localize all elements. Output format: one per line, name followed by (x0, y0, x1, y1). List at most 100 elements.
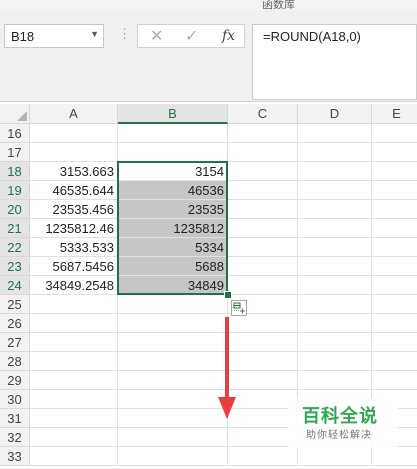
cell-e24[interactable] (372, 276, 417, 295)
row-header-32[interactable]: 32 (0, 428, 30, 447)
cell-b32[interactable] (118, 428, 228, 447)
insert-function-icon[interactable]: fx (222, 28, 235, 44)
fill-handle[interactable] (224, 291, 232, 299)
cell-c22[interactable] (228, 238, 298, 257)
cell-e23[interactable] (372, 257, 417, 276)
name-box[interactable]: B18 ▼ (4, 24, 104, 48)
cell-d33[interactable] (298, 447, 372, 466)
cell-d24[interactable] (298, 276, 372, 295)
row-header-19[interactable]: 19 (0, 181, 30, 200)
cell-e22[interactable] (372, 238, 417, 257)
cell-a22[interactable]: 5333.533 (30, 238, 118, 257)
cell-a30[interactable] (30, 390, 118, 409)
cell-b29[interactable] (118, 371, 228, 390)
row-header-28[interactable]: 28 (0, 352, 30, 371)
row-header-20[interactable]: 20 (0, 200, 30, 219)
cell-a32[interactable] (30, 428, 118, 447)
cell-d22[interactable] (298, 238, 372, 257)
cell-b30[interactable] (118, 390, 228, 409)
select-all-corner[interactable] (0, 104, 30, 124)
cell-e19[interactable] (372, 181, 417, 200)
cell-b22[interactable]: 5334 (118, 238, 228, 257)
check-icon[interactable]: ✓ (185, 26, 198, 46)
cell-b19[interactable]: 46536 (118, 181, 228, 200)
cell-a18[interactable]: 3153.663 (30, 162, 118, 181)
cell-b20[interactable]: 23535 (118, 200, 228, 219)
cell-a33[interactable] (30, 447, 118, 466)
row-header-27[interactable]: 27 (0, 333, 30, 352)
cancel-icon[interactable]: ✕ (150, 26, 163, 46)
row-header-30[interactable]: 30 (0, 390, 30, 409)
cell-d19[interactable] (298, 181, 372, 200)
cell-d20[interactable] (298, 200, 372, 219)
row-header-23[interactable]: 23 (0, 257, 30, 276)
cell-d27[interactable] (298, 333, 372, 352)
cell-a28[interactable] (30, 352, 118, 371)
cell-b24[interactable]: 34849 (118, 276, 228, 295)
column-header-a[interactable]: A (30, 104, 118, 124)
auto-fill-options-icon[interactable] (231, 300, 247, 316)
chevron-down-icon[interactable]: ▼ (90, 29, 99, 39)
cell-d29[interactable] (298, 371, 372, 390)
cell-c20[interactable] (228, 200, 298, 219)
cell-b26[interactable] (118, 314, 228, 333)
cell-d25[interactable] (298, 295, 372, 314)
cell-a23[interactable]: 5687.5456 (30, 257, 118, 276)
cell-b16[interactable] (118, 124, 228, 143)
cell-a25[interactable] (30, 295, 118, 314)
cell-d23[interactable] (298, 257, 372, 276)
row-header-21[interactable]: 21 (0, 219, 30, 238)
cell-b18[interactable]: 3154 (118, 162, 228, 181)
cell-a19[interactable]: 46535.644 (30, 181, 118, 200)
row-header-25[interactable]: 25 (0, 295, 30, 314)
row-header-24[interactable]: 24 (0, 276, 30, 295)
cell-d26[interactable] (298, 314, 372, 333)
cell-c17[interactable] (228, 143, 298, 162)
cell-e26[interactable] (372, 314, 417, 333)
cell-a26[interactable] (30, 314, 118, 333)
cell-b31[interactable] (118, 409, 228, 428)
cell-a27[interactable] (30, 333, 118, 352)
cell-c18[interactable] (228, 162, 298, 181)
row-header-17[interactable]: 17 (0, 143, 30, 162)
cell-b23[interactable]: 5688 (118, 257, 228, 276)
row-header-22[interactable]: 22 (0, 238, 30, 257)
cell-d18[interactable] (298, 162, 372, 181)
cell-e16[interactable] (372, 124, 417, 143)
cell-a16[interactable] (30, 124, 118, 143)
cell-e18[interactable] (372, 162, 417, 181)
cell-c21[interactable] (228, 219, 298, 238)
cell-e17[interactable] (372, 143, 417, 162)
column-header-c[interactable]: C (228, 104, 298, 124)
row-header-26[interactable]: 26 (0, 314, 30, 333)
cell-c23[interactable] (228, 257, 298, 276)
cell-a24[interactable]: 34849.2548 (30, 276, 118, 295)
row-header-29[interactable]: 29 (0, 371, 30, 390)
cell-d28[interactable] (298, 352, 372, 371)
cell-c16[interactable] (228, 124, 298, 143)
cell-e25[interactable] (372, 295, 417, 314)
cell-e21[interactable] (372, 219, 417, 238)
cell-c27[interactable] (228, 333, 298, 352)
cell-a31[interactable] (30, 409, 118, 428)
cell-b27[interactable] (118, 333, 228, 352)
cell-a29[interactable] (30, 371, 118, 390)
cell-e27[interactable] (372, 333, 417, 352)
column-header-e[interactable]: E (372, 104, 417, 124)
row-header-16[interactable]: 16 (0, 124, 30, 143)
row-header-18[interactable]: 18 (0, 162, 30, 181)
cell-e29[interactable] (372, 371, 417, 390)
row-header-33[interactable]: 33 (0, 447, 30, 466)
cell-b28[interactable] (118, 352, 228, 371)
cell-d16[interactable] (298, 124, 372, 143)
cell-b17[interactable] (118, 143, 228, 162)
cell-b33[interactable] (118, 447, 228, 466)
cell-b21[interactable]: 1235812 (118, 219, 228, 238)
cell-e20[interactable] (372, 200, 417, 219)
cell-b25[interactable] (118, 295, 228, 314)
column-header-b[interactable]: B (118, 104, 228, 124)
cell-c33[interactable] (228, 447, 298, 466)
column-header-d[interactable]: D (298, 104, 372, 124)
cell-c29[interactable] (228, 371, 298, 390)
cell-a21[interactable]: 1235812.46 (30, 219, 118, 238)
